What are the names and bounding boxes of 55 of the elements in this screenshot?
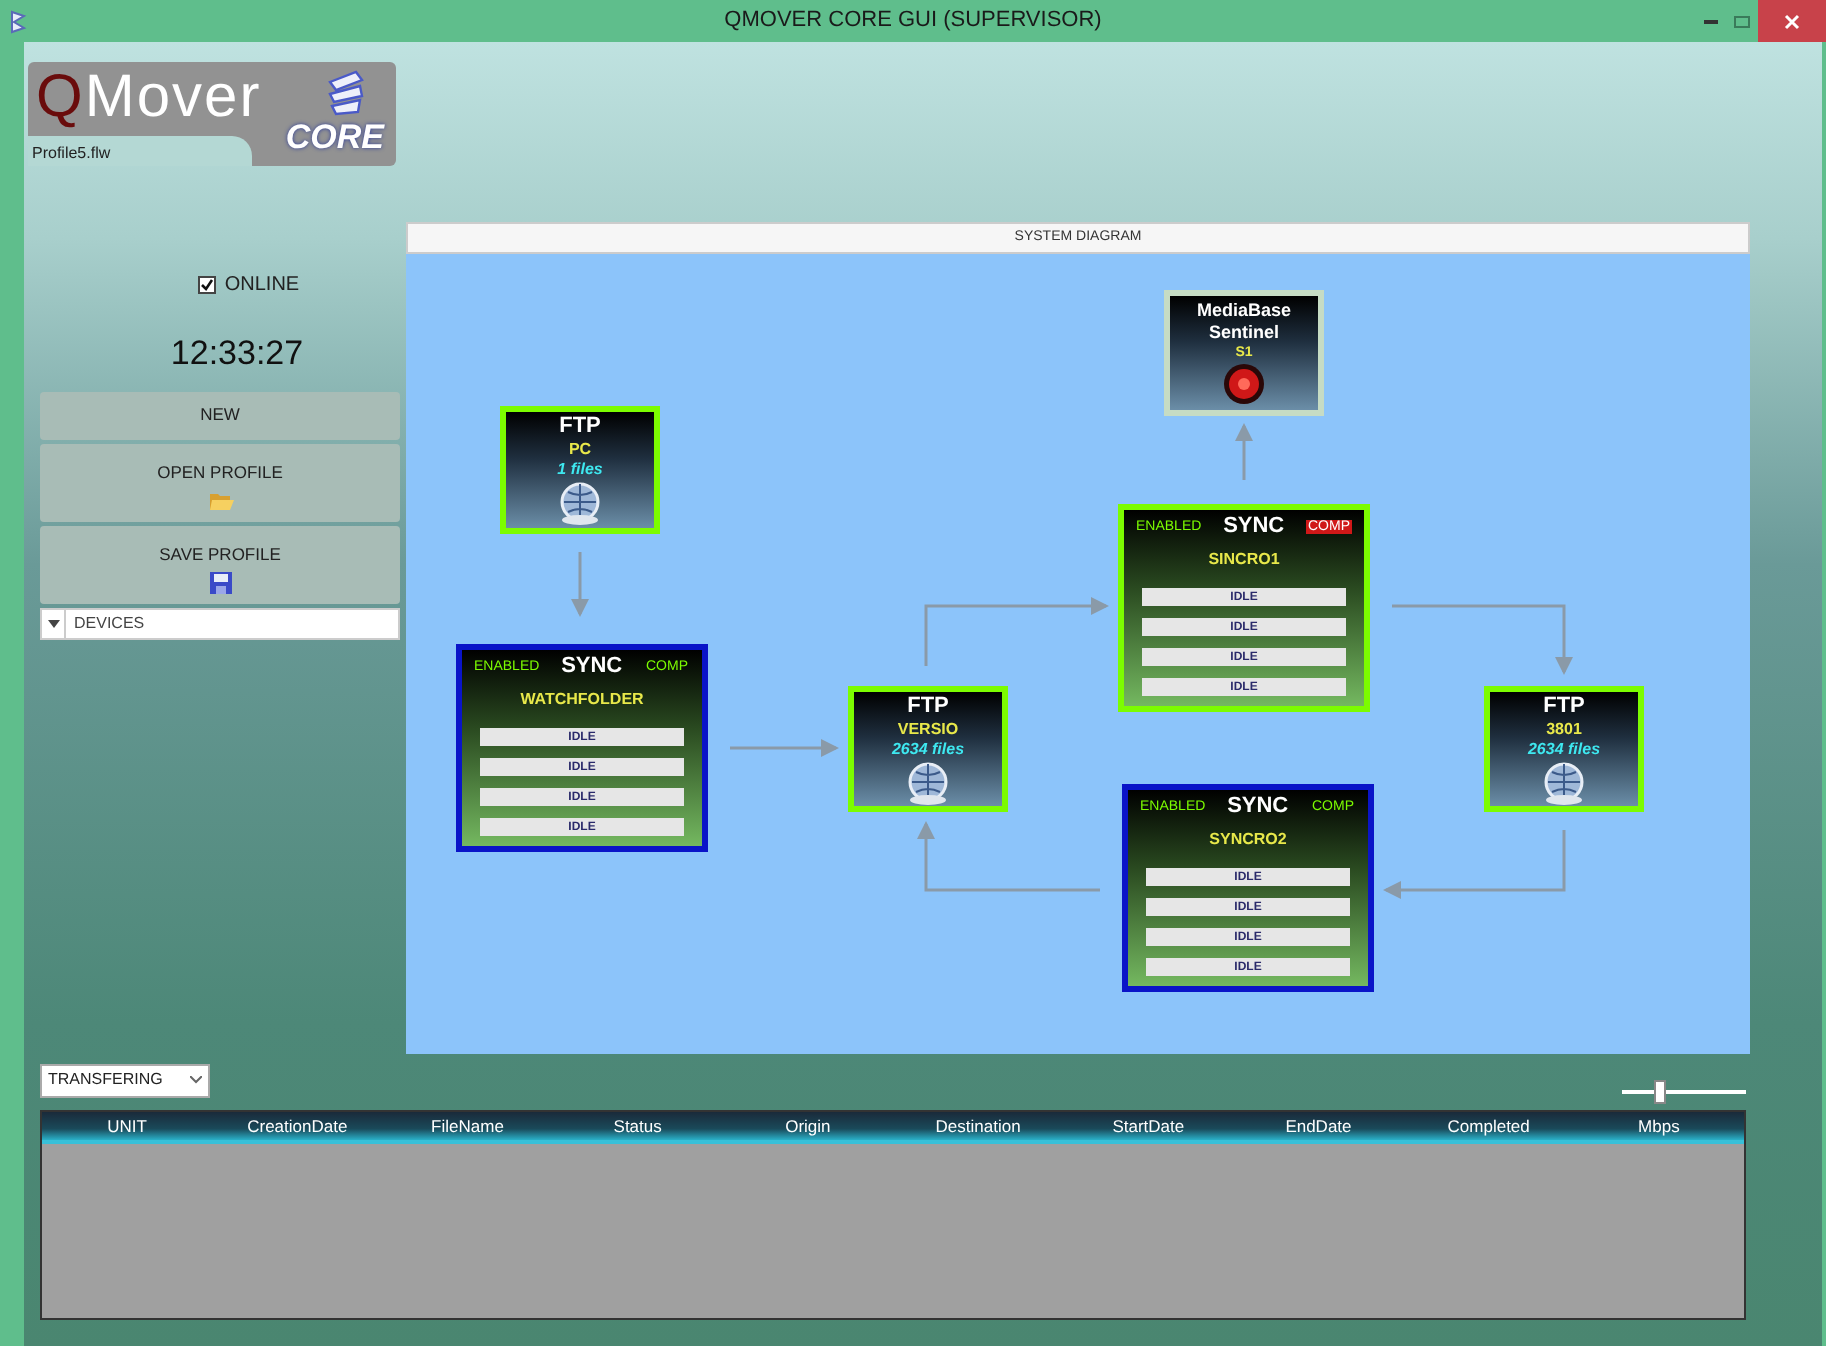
column-header[interactable]: EndDate [1233,1112,1404,1140]
node-name: PC [568,442,592,458]
zoom-slider[interactable] [1622,1080,1746,1104]
node-type: MediaBase Sentinel [1194,300,1294,344]
logo-wordmark: QMover [36,68,262,128]
column-header[interactable]: Mbps [1573,1112,1744,1140]
close-icon [1784,13,1800,29]
ftp-node[interactable]: FTP 3801 2634 files [1484,686,1644,812]
node-type: FTP [559,416,601,438]
sidebar-button[interactable]: SAVE PROFILE [40,525,400,603]
connector-arrow [1235,423,1253,480]
column-header[interactable]: CreationDate [212,1112,383,1140]
node-type: SYNC [1227,796,1289,818]
close-button[interactable] [1758,0,1826,42]
globe-icon [906,762,950,806]
sidebar-button[interactable]: OPEN PROFILE [40,443,400,521]
globe-icon [558,482,602,526]
column-header[interactable]: Origin [722,1112,893,1140]
sidebar-button[interactable]: NEW [40,391,400,439]
ftp-node[interactable]: FTP VERSIO 2634 files [848,686,1008,812]
column-header[interactable]: FileName [382,1112,553,1140]
ftp-node[interactable]: FTP PC 1 files [500,406,660,534]
node-name: 3801 [1546,722,1582,738]
node-name: WATCHFOLDER [520,692,644,708]
logo-subtitle: CORE [285,120,384,154]
column-header[interactable]: StartDate [1063,1112,1234,1140]
column-header[interactable]: UNIT [42,1112,213,1140]
file-count: 2634 files [1527,742,1601,758]
node-type: SYNC [561,656,623,678]
connector-arrow [571,552,589,617]
clock: 12:33:27 [170,332,304,376]
node-type: SYNC [1223,516,1285,538]
profile-file-name: Profile5.flw [32,142,111,166]
node-name: SYNCRO2 [1209,832,1287,848]
checkmark-icon [200,278,215,292]
app-icon [8,9,28,33]
file-count: 2634 files [891,742,965,758]
globe-icon [1542,762,1586,806]
node-type: FTP [1543,696,1585,718]
devices-dropdown[interactable]: DEVICES [40,607,400,639]
column-header[interactable]: Completed [1403,1112,1574,1140]
folder-icon [207,490,233,513]
online-checkbox[interactable]: ONLINE [198,270,300,300]
connector-arrow [730,739,839,757]
node-type: FTP [907,696,949,718]
alarm-light-icon [1222,362,1266,406]
file-count: 1 files [557,462,603,478]
node-name: SINCRO1 [1208,552,1280,568]
window-title: QMOVER CORE GUI (SUPERVISOR) [722,6,1104,37]
node-name: VERSIO [897,722,959,738]
transfer-filter-dropdown[interactable]: TRANSFERING [40,1063,210,1097]
column-header[interactable]: Status [552,1112,723,1140]
column-header[interactable]: Destination [892,1112,1064,1140]
chevron-icon [190,1076,202,1084]
pages-icon [324,70,368,118]
